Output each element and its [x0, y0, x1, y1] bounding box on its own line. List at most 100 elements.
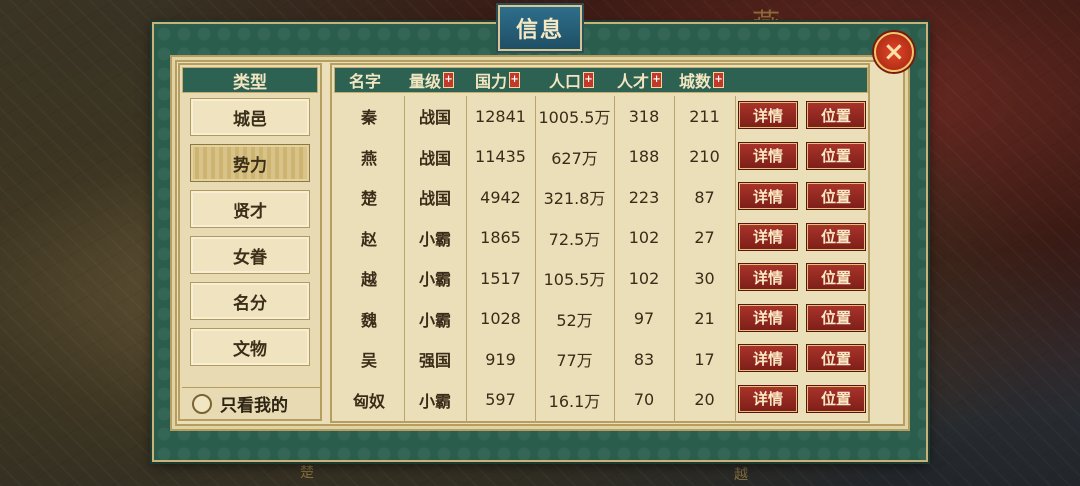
cell-rank: 小霸 — [418, 310, 451, 330]
category-titles-button[interactable]: 名分 — [190, 282, 310, 320]
table-row: 燕 战国 11435 627万 188 210 详情 位置 — [334, 137, 868, 177]
cell-population: 77万 — [556, 351, 593, 370]
cell-power: 1028 — [480, 309, 521, 328]
only-mine-radio[interactable] — [192, 393, 212, 414]
cell-name: 魏 — [360, 310, 377, 330]
cell-population: 627万 — [551, 148, 598, 168]
details-button[interactable]: 详情 — [739, 223, 797, 250]
table-row: 匈奴 小霸 597 16.1万 70 20 详情 位置 — [334, 380, 868, 420]
cell-rank: 小霸 — [418, 229, 451, 249]
cell-population: 16.1万 — [548, 391, 601, 411]
details-button[interactable]: 详情 — [739, 304, 797, 331]
cell-cities: 17 — [694, 349, 715, 369]
table-row: 赵 小霸 1865 72.5万 102 27 详情 位置 — [334, 218, 868, 258]
cell-power: 1517 — [480, 268, 521, 288]
table-row: 吴 强国 919 77万 83 17 详情 位置 — [334, 339, 868, 379]
locate-button[interactable]: 位置 — [807, 183, 865, 209]
locate-button[interactable]: 位置 — [807, 142, 865, 169]
cell-rank: 战国 — [418, 148, 451, 168]
cell-name: 秦 — [360, 108, 377, 127]
cell-talent: 318 — [628, 106, 660, 126]
details-button[interactable]: 详情 — [739, 264, 797, 290]
details-button[interactable]: 详情 — [739, 183, 797, 209]
cell-population: 105.5万 — [543, 270, 606, 289]
column-header-power[interactable]: 国力 + — [475, 68, 521, 92]
table-header: 名字 量级 + 国力 + 人口 + 人才 + 城数 + — [334, 67, 868, 93]
locate-button[interactable]: 位置 — [807, 264, 865, 290]
dialog-title-tab: 信息 — [498, 5, 582, 51]
category-cities-button[interactable]: 城邑 — [190, 98, 310, 136]
cell-talent: 102 — [628, 268, 660, 288]
cell-population: 52万 — [556, 310, 593, 330]
sort-icon[interactable]: + — [651, 72, 663, 88]
column-header-population[interactable]: 人口 + — [549, 68, 595, 92]
details-button[interactable]: 详情 — [739, 102, 797, 128]
cell-population: 1005.5万 — [538, 108, 611, 127]
category-relics-button[interactable]: 文物 — [190, 328, 310, 366]
cell-name: 越 — [360, 270, 377, 289]
column-header-talent[interactable]: 人才 + — [617, 68, 663, 92]
cell-power: 11435 — [475, 147, 526, 166]
cell-power: 4942 — [480, 187, 521, 207]
cell-name: 吴 — [360, 351, 377, 370]
column-header-cities[interactable]: 城数 + — [679, 68, 725, 92]
map-region-label: 楚 — [300, 465, 314, 481]
map-region-label: 越 — [734, 467, 748, 483]
table-row: 魏 小霸 1028 52万 97 21 详情 位置 — [334, 299, 868, 339]
table-row: 秦 战国 12841 1005.5万 318 211 详情 位置 — [334, 96, 868, 136]
cell-population: 72.5万 — [548, 229, 601, 249]
cell-cities: 27 — [694, 228, 715, 247]
close-icon: × — [883, 36, 905, 67]
cell-power: 597 — [485, 390, 516, 409]
sort-icon[interactable]: + — [509, 72, 521, 88]
cell-cities: 210 — [689, 147, 720, 166]
category-header-label: 类型 — [233, 72, 267, 93]
locate-button[interactable]: 位置 — [807, 102, 865, 128]
cell-cities: 30 — [694, 268, 715, 288]
locate-button[interactable]: 位置 — [807, 223, 865, 250]
cell-rank: 小霸 — [418, 391, 451, 411]
cell-talent: 102 — [628, 228, 660, 247]
cell-power: 919 — [485, 349, 516, 369]
cell-name: 楚 — [360, 189, 377, 208]
cell-power: 1865 — [480, 228, 521, 247]
cell-population: 321.8万 — [543, 189, 606, 208]
only-mine-label: 只看我的 — [220, 396, 288, 416]
locate-button[interactable]: 位置 — [807, 385, 865, 412]
cell-power: 12841 — [475, 106, 526, 126]
details-button[interactable]: 详情 — [739, 385, 797, 412]
column-header-rank[interactable]: 量级 + — [409, 68, 455, 92]
cell-talent: 188 — [628, 147, 660, 166]
details-button[interactable]: 详情 — [739, 142, 797, 169]
cell-talent: 70 — [633, 390, 655, 409]
cell-rank: 小霸 — [418, 270, 451, 289]
details-button[interactable]: 详情 — [739, 345, 797, 371]
locate-button[interactable]: 位置 — [807, 304, 865, 331]
cell-talent: 223 — [628, 187, 660, 207]
category-factions-button[interactable]: 势力 — [190, 144, 310, 182]
table-row: 楚 战国 4942 321.8万 223 87 详情 位置 — [334, 177, 868, 217]
cell-name: 匈奴 — [352, 391, 385, 411]
cell-name: 燕 — [360, 148, 377, 168]
sort-icon[interactable]: + — [443, 72, 455, 88]
locate-button[interactable]: 位置 — [807, 345, 865, 371]
cell-cities: 20 — [694, 390, 715, 409]
sort-icon[interactable]: + — [583, 72, 595, 88]
only-mine-filter[interactable]: 只看我的 — [182, 387, 320, 419]
category-consorts-button[interactable]: 女眷 — [190, 236, 310, 274]
cell-cities: 87 — [694, 187, 715, 207]
cell-rank: 强国 — [418, 351, 451, 370]
cell-rank: 战国 — [418, 189, 451, 208]
cell-talent: 97 — [633, 309, 655, 328]
column-header-name: 名字 — [349, 72, 382, 91]
cell-cities: 211 — [689, 106, 720, 126]
category-talents-button[interactable]: 贤才 — [190, 190, 310, 228]
sort-icon[interactable]: + — [713, 72, 725, 88]
dialog-title: 信息 — [515, 17, 564, 43]
category-header: 类型 — [182, 67, 318, 93]
cell-talent: 83 — [633, 349, 655, 369]
cell-rank: 战国 — [418, 108, 451, 127]
cell-name: 赵 — [360, 229, 377, 249]
cell-cities: 21 — [694, 309, 715, 328]
table-row: 越 小霸 1517 105.5万 102 30 详情 位置 — [334, 258, 868, 298]
